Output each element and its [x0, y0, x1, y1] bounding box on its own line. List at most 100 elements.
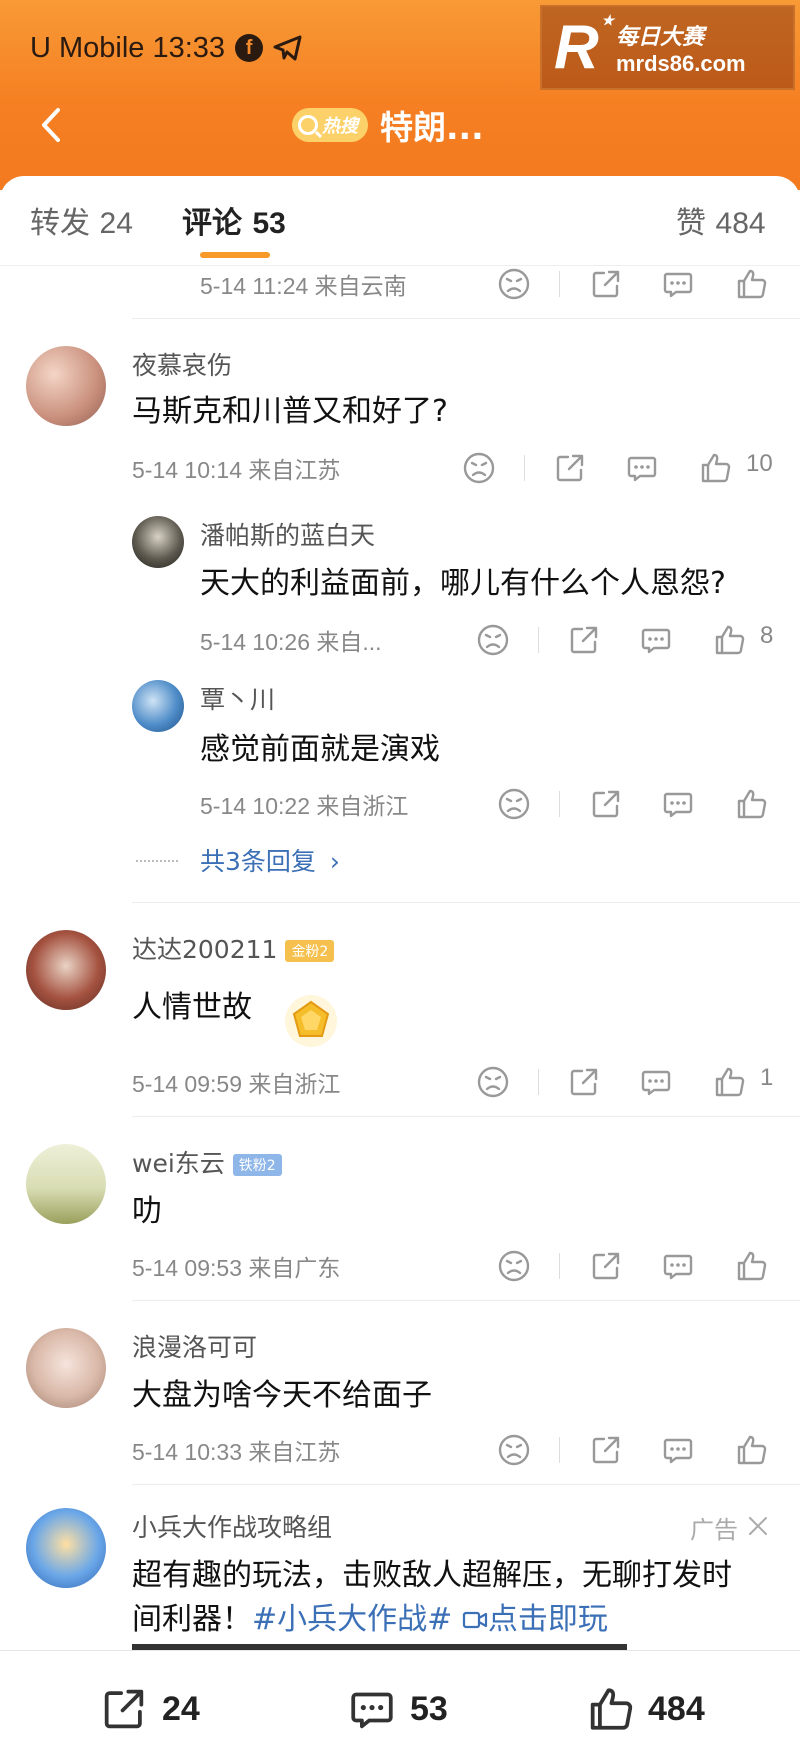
comment-count: 53	[410, 1689, 448, 1728]
comment-icon[interactable]	[624, 450, 660, 486]
reply-actions: 8	[0, 618, 800, 662]
username-text: wei东云	[132, 1149, 225, 1178]
repost-button[interactable]: 24	[98, 1683, 200, 1735]
action-separator	[559, 1437, 560, 1463]
ad-username[interactable]: 小兵大作战攻略组	[132, 1508, 332, 1544]
share-icon[interactable]	[588, 1432, 624, 1468]
ad-text-line2: 间利器！#小兵大作战# 点击即玩	[132, 1594, 608, 1638]
comment-username[interactable]: 浪漫洛可可	[132, 1328, 257, 1364]
action-separator	[559, 791, 560, 817]
avatar[interactable]	[26, 1144, 106, 1224]
sad-face-icon[interactable]	[496, 266, 532, 302]
thumbs-up-icon[interactable]	[711, 1064, 747, 1100]
comment-icon[interactable]	[638, 622, 674, 658]
ad-topic-link[interactable]: #小兵大作战#	[252, 1602, 452, 1637]
tab-comments-label: 评论	[182, 206, 242, 241]
thumbs-up-icon[interactable]	[733, 1432, 769, 1468]
reply-text: 天大的利益面前，哪儿有什么个人恩怨?	[200, 566, 726, 601]
comment-username[interactable]: wei东云 铁粉2	[132, 1144, 282, 1180]
avatar[interactable]	[132, 516, 184, 568]
tab-comments-count: 53	[252, 207, 286, 240]
divider	[132, 1300, 800, 1301]
avatar[interactable]	[26, 346, 106, 426]
comment-text: 马斯克和川普又和好了?	[132, 394, 448, 429]
reply-dots-decor	[136, 860, 178, 862]
comment-icon[interactable]	[660, 1432, 696, 1468]
like-count: 8	[760, 622, 774, 649]
share-icon[interactable]	[552, 450, 588, 486]
hot-search-badge[interactable]: 热搜	[292, 108, 368, 142]
tab-bar: 转发 24 评论 53 赞 484	[0, 176, 800, 266]
title-row[interactable]: 热搜 特朗...	[292, 100, 484, 150]
comment-button[interactable]: 53	[346, 1683, 448, 1735]
ad-label: 广告	[690, 1516, 738, 1544]
comment-actions: 10	[0, 446, 800, 490]
comment-icon[interactable]	[660, 1248, 696, 1284]
thumbs-up-icon[interactable]	[711, 622, 747, 658]
reply-username[interactable]: 潘帕斯的蓝白天	[200, 516, 375, 552]
more-replies-link[interactable]: 共3条回复 ›	[200, 842, 340, 878]
telegram-icon	[273, 35, 302, 61]
comment-text: 大盘为啥今天不给面子	[132, 1378, 432, 1413]
comment-icon[interactable]	[660, 786, 696, 822]
comment-actions: 1	[0, 1060, 800, 1104]
tab-likes[interactable]: 赞 484	[676, 198, 766, 242]
reply-actions	[0, 782, 800, 826]
share-icon	[98, 1683, 150, 1735]
chevron-right-icon: ›	[329, 847, 340, 876]
reply-username[interactable]: 覃丶川	[200, 680, 275, 716]
header-bar: U Mobile 13:33 f R 每日大赛 mrds86.com 热搜 特朗…	[0, 0, 800, 190]
share-icon[interactable]	[588, 266, 624, 302]
sad-face-icon[interactable]	[461, 450, 497, 486]
fan-badge[interactable]: 金粉2	[285, 940, 335, 962]
sad-face-icon[interactable]	[475, 1064, 511, 1100]
thumbs-up-icon	[584, 1683, 636, 1735]
thumbs-up-icon[interactable]	[697, 450, 733, 486]
comment-actions	[0, 1428, 800, 1472]
ad-play-label: 点击即玩	[487, 1602, 608, 1637]
sad-face-icon[interactable]	[496, 786, 532, 822]
like-button[interactable]: 484	[584, 1683, 705, 1735]
action-separator	[559, 271, 560, 297]
tab-repost-label: 转发	[30, 206, 90, 241]
thumbs-up-icon[interactable]	[733, 1248, 769, 1284]
action-separator	[538, 627, 539, 653]
watermark-logo: R	[554, 13, 614, 79]
share-icon[interactable]	[588, 1248, 624, 1284]
share-icon[interactable]	[566, 1064, 602, 1100]
comment-username[interactable]: 达达200211 金粉2	[132, 930, 335, 966]
carrier-time: U Mobile 13:33	[30, 31, 226, 64]
share-icon[interactable]	[588, 786, 624, 822]
thumbs-up-icon[interactable]	[733, 786, 769, 822]
avatar[interactable]	[26, 930, 106, 1010]
link-icon	[462, 1611, 487, 1629]
avatar[interactable]	[26, 1508, 106, 1588]
comment-icon[interactable]	[660, 266, 696, 302]
comment-text: 叻	[132, 1194, 162, 1229]
tab-repost-count: 24	[99, 207, 133, 240]
back-arrow-icon[interactable]	[28, 100, 78, 150]
ad-play-link[interactable]: 点击即玩	[462, 1602, 608, 1637]
avatar[interactable]	[132, 680, 184, 732]
comment-text: 人情世故	[132, 990, 252, 1025]
sad-face-icon[interactable]	[496, 1248, 532, 1284]
tab-repost[interactable]: 转发 24	[30, 198, 133, 242]
fan-badge[interactable]: 铁粉2	[232, 1154, 282, 1176]
like-count: 10	[746, 450, 773, 477]
sad-face-icon[interactable]	[475, 622, 511, 658]
avatar[interactable]	[26, 1328, 106, 1408]
share-icon[interactable]	[566, 622, 602, 658]
close-icon[interactable]	[746, 1514, 770, 1538]
sad-face-icon[interactable]	[496, 1432, 532, 1468]
hot-badge-label: 热搜	[322, 116, 358, 137]
thumbs-up-icon[interactable]	[733, 266, 769, 302]
watermark: R 每日大赛 mrds86.com	[540, 5, 795, 90]
tab-likes-label: 赞	[676, 206, 706, 241]
divider	[132, 1484, 800, 1485]
tab-comments[interactable]: 评论 53	[182, 198, 286, 242]
ad-text-prefix: 间利器！	[132, 1602, 252, 1637]
action-separator	[524, 455, 525, 481]
comment-username[interactable]: 夜慕哀伤	[132, 346, 232, 382]
comment-icon[interactable]	[638, 1064, 674, 1100]
watermark-title: 每日大赛	[616, 24, 705, 50]
